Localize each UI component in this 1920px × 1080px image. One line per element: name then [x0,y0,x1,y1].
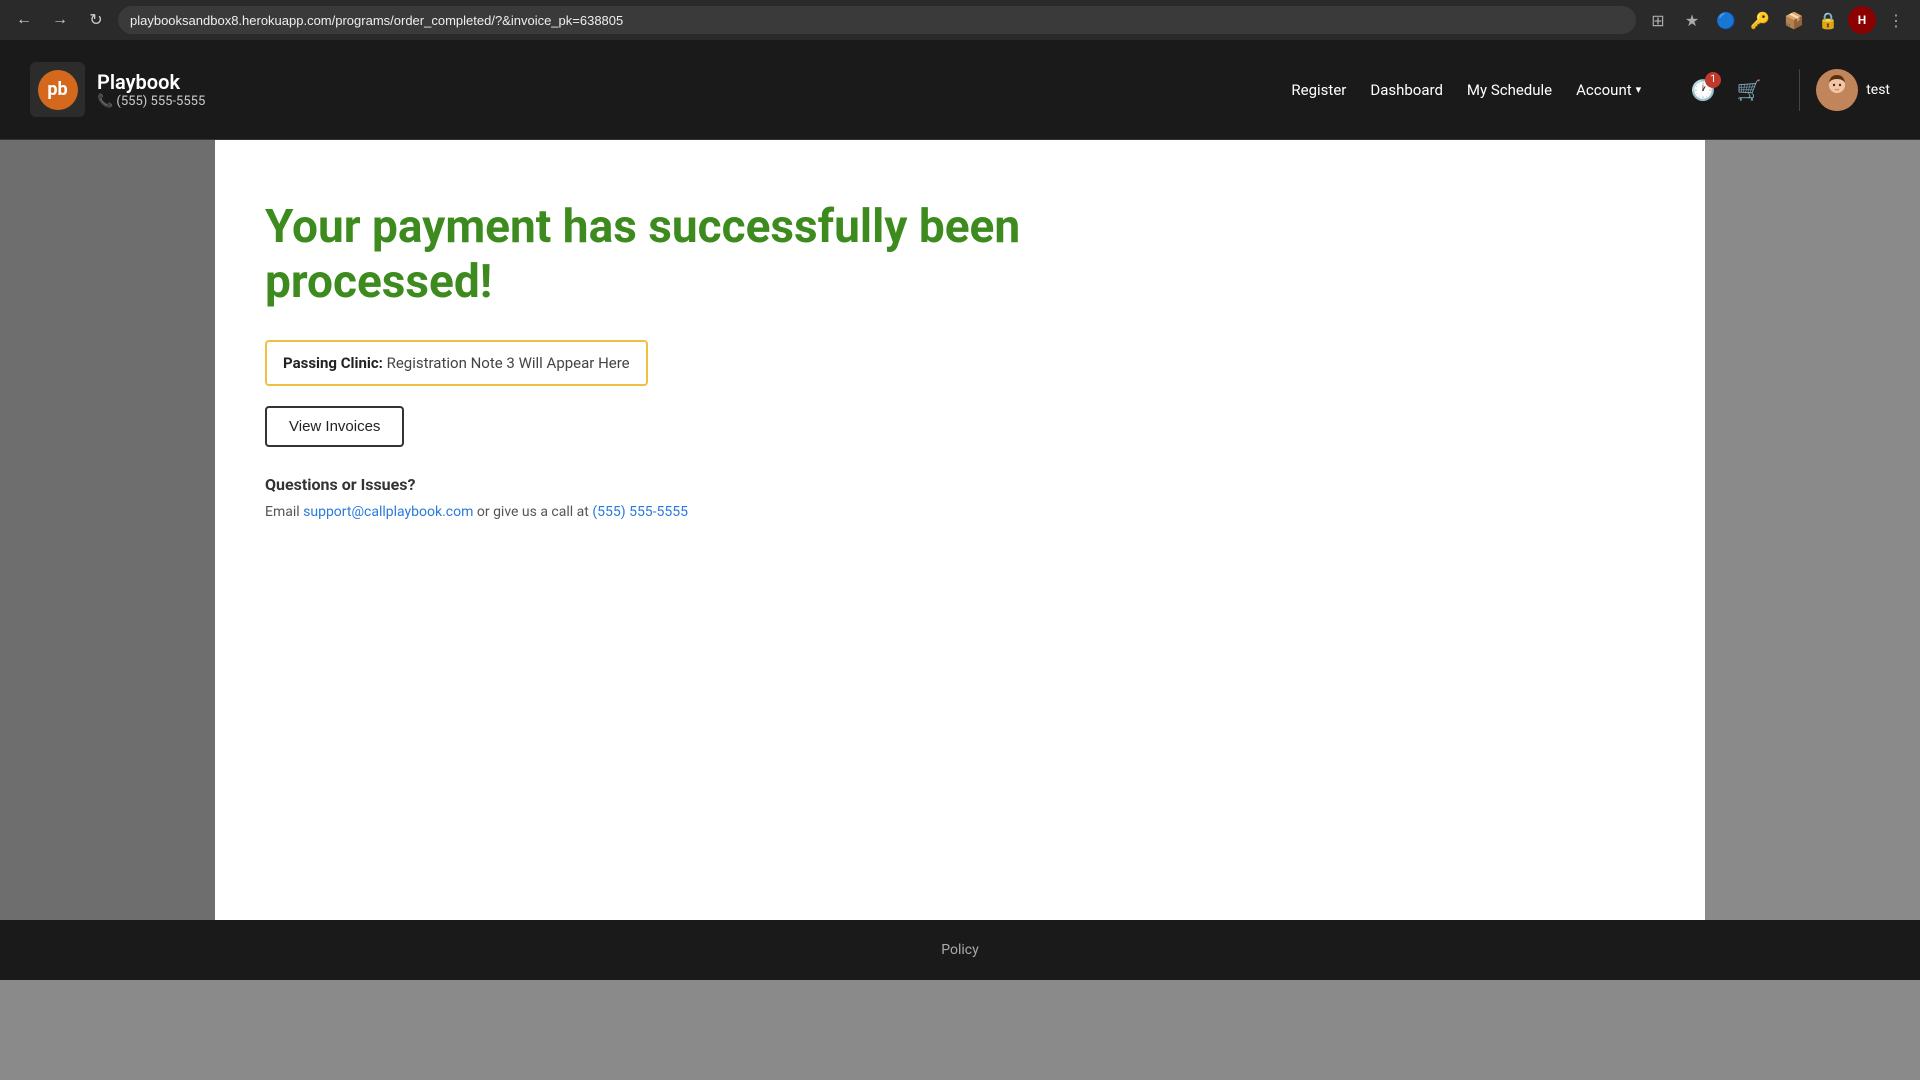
nav-my-schedule[interactable]: My Schedule [1467,81,1552,99]
browser-action-2[interactable]: ★ [1678,6,1706,34]
brand-name: Playbook [97,70,205,94]
browser-menu[interactable]: ⋮ [1882,6,1910,34]
nav-icons: 🕐 1 🛒 [1685,72,1767,108]
page-wrapper: Your payment has successfully been proce… [0,140,1920,920]
main-content: Your payment has successfully been proce… [215,140,1705,920]
footer-policy[interactable]: Policy [941,942,979,958]
chevron-down-icon: ▾ [1636,83,1642,96]
browser-profile[interactable]: H [1848,6,1876,34]
forward-button[interactable]: → [46,6,74,34]
nav-account-label: Account [1576,81,1632,99]
reload-button[interactable]: ↻ [82,6,110,34]
sidebar-right [1705,140,1920,920]
questions-heading: Questions or Issues? [265,475,1655,494]
back-button[interactable]: ← [10,6,38,34]
clinic-note-label: Passing Clinic: [283,354,383,372]
user-name: test [1866,82,1890,98]
browser-extension-1[interactable]: 🔵 [1712,6,1740,34]
browser-action-1[interactable]: ⊞ [1644,6,1672,34]
contact-text: Email support@callplaybook.com or give u… [265,504,1655,520]
app-header: pb Playbook 📞 (555) 555-5555 Register Da… [0,40,1920,140]
contact-prefix: Email [265,504,303,520]
brand: pb Playbook 📞 (555) 555-5555 [30,62,205,117]
brand-logo-icon: pb [38,70,78,110]
brand-info: Playbook 📞 (555) 555-5555 [97,70,205,109]
nav-account[interactable]: Account ▾ [1576,81,1641,99]
user-avatar[interactable] [1816,69,1858,111]
clinic-note-text: Registration Note 3 Will Appear Here [383,354,630,372]
browser-extension-2[interactable]: 🔑 [1746,6,1774,34]
contact-phone-link[interactable]: (555) 555-5555 [592,504,688,520]
contact-middle: or give us a call at [473,504,592,520]
cart-icon[interactable]: 🛒 [1731,72,1767,108]
nav-links: Register Dashboard My Schedule Account ▾… [1291,69,1890,111]
nav-dashboard[interactable]: Dashboard [1370,81,1443,99]
brand-phone: 📞 (555) 555-5555 [97,94,205,109]
clock-badge: 1 [1705,72,1721,88]
browser-chrome: ← → ↻ ⊞ ★ 🔵 🔑 📦 🔒 H ⋮ [0,0,1920,40]
user-avatar-container: test [1799,69,1890,111]
success-heading: Your payment has successfully been proce… [265,200,1655,310]
view-invoices-button[interactable]: View Invoices [265,406,404,447]
success-heading-line2: processed! [265,255,492,309]
sidebar-left [0,140,215,920]
clinic-note-box: Passing Clinic: Registration Note 3 Will… [265,340,648,386]
contact-email-link[interactable]: support@callplaybook.com [303,504,473,520]
address-bar[interactable] [118,6,1636,34]
brand-logo: pb [30,62,85,117]
clock-icon[interactable]: 🕐 1 [1685,72,1721,108]
browser-extension-4[interactable]: 🔒 [1814,6,1842,34]
success-heading-line1: Your payment has successfully been [265,200,1020,254]
browser-extension-3[interactable]: 📦 [1780,6,1808,34]
nav-register[interactable]: Register [1291,81,1346,99]
footer: Policy [0,920,1920,980]
